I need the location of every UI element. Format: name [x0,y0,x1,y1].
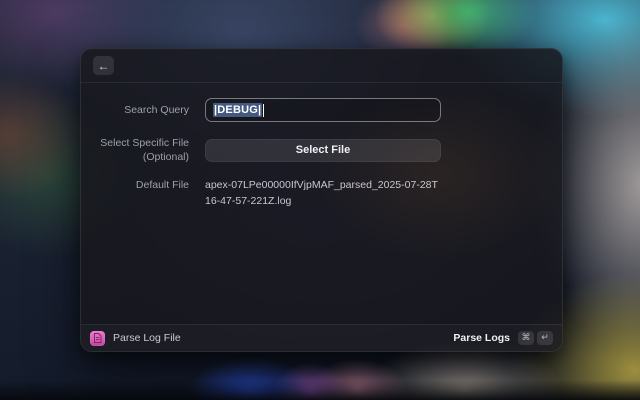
search-query-row: Search Query |DEBUG| [81,98,562,122]
return-key-icon: ↵ [537,331,553,345]
primary-action[interactable]: Parse Logs ⌘ ↵ [453,331,553,345]
default-file-value: apex-07LPe00000IfVjpMAF_parsed_2025-07-2… [205,178,441,208]
text-caret [263,104,264,117]
select-file-row: Select Specific File (Optional) Select F… [81,136,562,164]
action-bar: Parse Log File Parse Logs ⌘ ↵ [81,324,562,351]
form-body: Search Query |DEBUG| Select Specific Fil… [81,83,562,324]
log-document-icon [93,333,102,343]
select-file-label: Select Specific File (Optional) [97,136,189,164]
search-query-value: |DEBUG| [213,103,262,117]
default-file-row: Default File apex-07LPe00000IfVjpMAF_par… [81,178,562,208]
search-query-label: Search Query [97,103,189,117]
command-key-icon: ⌘ [518,331,534,345]
shortcut-keys: ⌘ ↵ [518,331,553,345]
search-query-input[interactable]: |DEBUG| [205,98,441,122]
select-file-button[interactable]: Select File [205,139,441,162]
command-title: Parse Log File [113,332,181,344]
back-arrow-icon: ← [98,60,110,72]
window-header: ← [81,49,562,83]
raycast-window: ← Search Query |DEBUG| Select Specific F… [80,48,563,352]
default-file-label: Default File [97,178,189,192]
parse-log-file-extension-icon [90,331,105,346]
back-button[interactable]: ← [93,56,114,75]
primary-action-label: Parse Logs [453,332,510,344]
